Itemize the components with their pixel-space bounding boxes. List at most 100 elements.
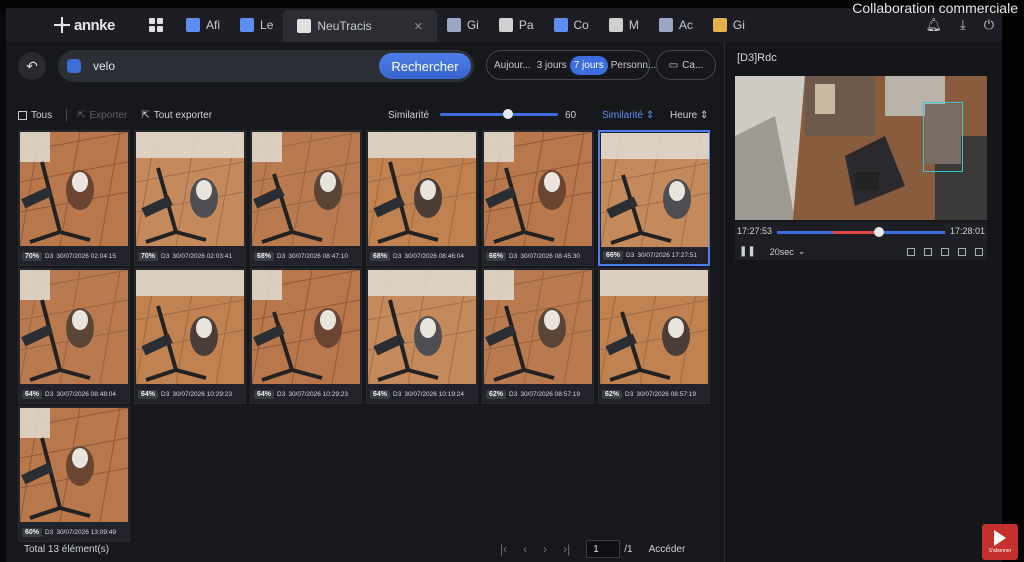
bell-icon[interactable]: 🔔︎ <box>925 17 942 33</box>
tab-label: Afi <box>206 18 221 32</box>
next-page-icon[interactable]: › <box>543 542 547 556</box>
camera-id: D3 <box>393 252 402 260</box>
snapshot-icon[interactable] <box>907 247 915 256</box>
result-caption: 66% D3 30/07/2026 17:27:51 <box>600 246 708 264</box>
result-card[interactable]: 66% D3 30/07/2026 08:45:30 <box>482 130 594 266</box>
capture-time: 30/07/2026 08:46:04 <box>404 252 464 260</box>
tab-3[interactable]: Gi <box>437 11 489 39</box>
sort-arrows-icon: ⇕ <box>700 109 709 121</box>
ai-search-icon <box>67 59 81 73</box>
sort-similarity-label: Similarité <box>602 109 644 121</box>
result-card[interactable]: 70% D3 30/07/2026 02:03:41 <box>134 130 246 266</box>
result-thumbnail <box>368 132 476 246</box>
tab-label: Gi <box>466 18 479 32</box>
similarity-badge: 68% <box>254 251 275 261</box>
pause-icon[interactable]: ❚❚ <box>739 246 756 257</box>
clip-length-select[interactable]: 20sec <box>770 247 794 257</box>
close-icon[interactable]: ✕ <box>414 20 423 33</box>
pagination-footer: Total 13 élément(s) |‹ ‹ › ›| /1 Accéder <box>6 536 724 562</box>
first-page-icon[interactable]: |‹ <box>500 542 507 556</box>
export-button[interactable]: ⇱ Exporter <box>77 110 127 121</box>
folder-icon <box>712 18 727 32</box>
date-range-option[interactable]: Aujour... <box>491 56 534 75</box>
date-range-option[interactable]: 7 jours <box>569 55 608 75</box>
pager: |‹ ‹ › ›| /1 Accéder <box>500 540 685 558</box>
player-controls: ❚❚ 20sec ⌄ <box>739 246 983 257</box>
logo-icon <box>54 17 70 33</box>
result-card[interactable]: 62% D3 30/07/2026 08:57:19 <box>598 268 710 404</box>
export-all-button[interactable]: ⇱ Tout exporter <box>141 110 212 121</box>
tab-label: Pa <box>518 18 534 32</box>
result-card[interactable]: 70% D3 30/07/2026 02:04:15 <box>18 130 130 266</box>
tab-1[interactable]: Le <box>230 11 283 39</box>
results-total: Total 13 élément(s) <box>24 543 110 555</box>
result-card[interactable]: 64% D3 30/07/2026 10:19:24 <box>366 268 478 404</box>
date-range-option[interactable]: 3 jours <box>534 56 570 75</box>
search-icon <box>297 19 312 33</box>
result-thumbnail <box>20 408 128 522</box>
chevron-down-icon[interactable]: ⌄ <box>798 246 806 257</box>
result-card[interactable]: 64% D3 30/07/2026 08:48:04 <box>18 268 130 404</box>
tab-0[interactable]: Afi <box>176 11 230 39</box>
tab-label: Le <box>260 18 274 32</box>
similarity-badge: 62% <box>602 389 623 399</box>
power-icon[interactable]: ⏻ <box>984 17 994 33</box>
camera-id: D3 <box>626 251 635 259</box>
result-card[interactable]: 60% D3 30/07/2026 13:09:49 <box>18 406 130 542</box>
camera-id: D3 <box>625 390 634 398</box>
camera-id: D3 <box>161 390 170 398</box>
camera-id: D3 <box>277 252 286 260</box>
result-thumbnail <box>484 270 592 384</box>
play-icon <box>994 530 1006 546</box>
sort-similarity-button[interactable]: Similarité ⇕ <box>602 110 654 121</box>
clip-export-icon[interactable] <box>924 247 932 256</box>
export-all-label: Tout exporter <box>153 109 213 121</box>
result-card[interactable]: 68% D3 30/07/2026 08:47:10 <box>250 130 362 266</box>
slider-handle[interactable] <box>503 109 514 119</box>
subscribe-button[interactable]: S'abonner <box>982 524 1018 560</box>
back-button[interactable]: ↶ <box>18 52 46 80</box>
camera-select-button[interactable]: ▭ Ca... <box>656 50 716 80</box>
audio-icon[interactable] <box>941 247 949 256</box>
gear-icon <box>498 18 513 32</box>
progress-handle[interactable] <box>874 227 885 237</box>
fullscreen-icon[interactable] <box>975 247 983 256</box>
prev-page-icon[interactable]: ‹ <box>523 542 527 556</box>
result-card[interactable]: 68% D3 30/07/2026 08:46:04 <box>366 130 478 266</box>
disk-icon <box>446 18 461 32</box>
result-card[interactable]: 64% D3 30/07/2026 10:29:23 <box>250 268 362 404</box>
result-thumbnail <box>484 132 592 246</box>
toolbar-divider <box>66 109 68 121</box>
similarity-badge: 64% <box>22 389 43 399</box>
sort-time-button[interactable]: Heure ⇕ <box>670 110 708 121</box>
select-all-checkbox[interactable]: Tous <box>18 110 52 121</box>
tab-6[interactable]: M <box>599 11 649 39</box>
zoom-icon[interactable] <box>958 247 966 256</box>
progress-bar[interactable] <box>777 227 945 237</box>
apps-grid-button[interactable] <box>136 8 176 42</box>
page-total: /1 <box>624 543 633 555</box>
page-number-input[interactable] <box>586 540 621 558</box>
tab-2[interactable]: NeuTracis ✕ <box>283 10 437 42</box>
search-button[interactable]: Rechercher <box>379 53 471 79</box>
go-to-page-button[interactable]: Accéder <box>649 544 686 555</box>
capture-time: 30/07/2026 13:09:49 <box>56 528 116 536</box>
date-range-option[interactable]: Personn... <box>608 56 660 75</box>
search-input[interactable] <box>93 59 373 73</box>
video-preview[interactable] <box>735 76 987 220</box>
tab-4[interactable]: Pa <box>489 11 544 39</box>
subscribe-label: S'abonner <box>988 548 1012 554</box>
result-card[interactable]: 64% D3 30/07/2026 10:29:23 <box>134 268 246 404</box>
camera-id: D3 <box>45 252 54 260</box>
result-card[interactable]: 66% D3 30/07/2026 17:27:51 <box>598 130 710 266</box>
result-card[interactable]: 62% D3 30/07/2026 08:57:19 <box>482 268 594 404</box>
tab-7[interactable]: Ac <box>649 11 703 39</box>
result-thumbnail <box>601 133 709 247</box>
last-page-icon[interactable]: ›| <box>563 542 570 556</box>
tab-5[interactable]: Co <box>544 11 599 39</box>
checkbox-icon <box>18 110 27 120</box>
search-results-panel: ↶ Rechercher Aujour...3 jours7 joursPers… <box>6 42 724 562</box>
tab-8[interactable]: Gi <box>703 11 755 39</box>
similarity-slider[interactable] <box>440 109 558 119</box>
download-icon[interactable]: ⤓ <box>960 17 966 33</box>
